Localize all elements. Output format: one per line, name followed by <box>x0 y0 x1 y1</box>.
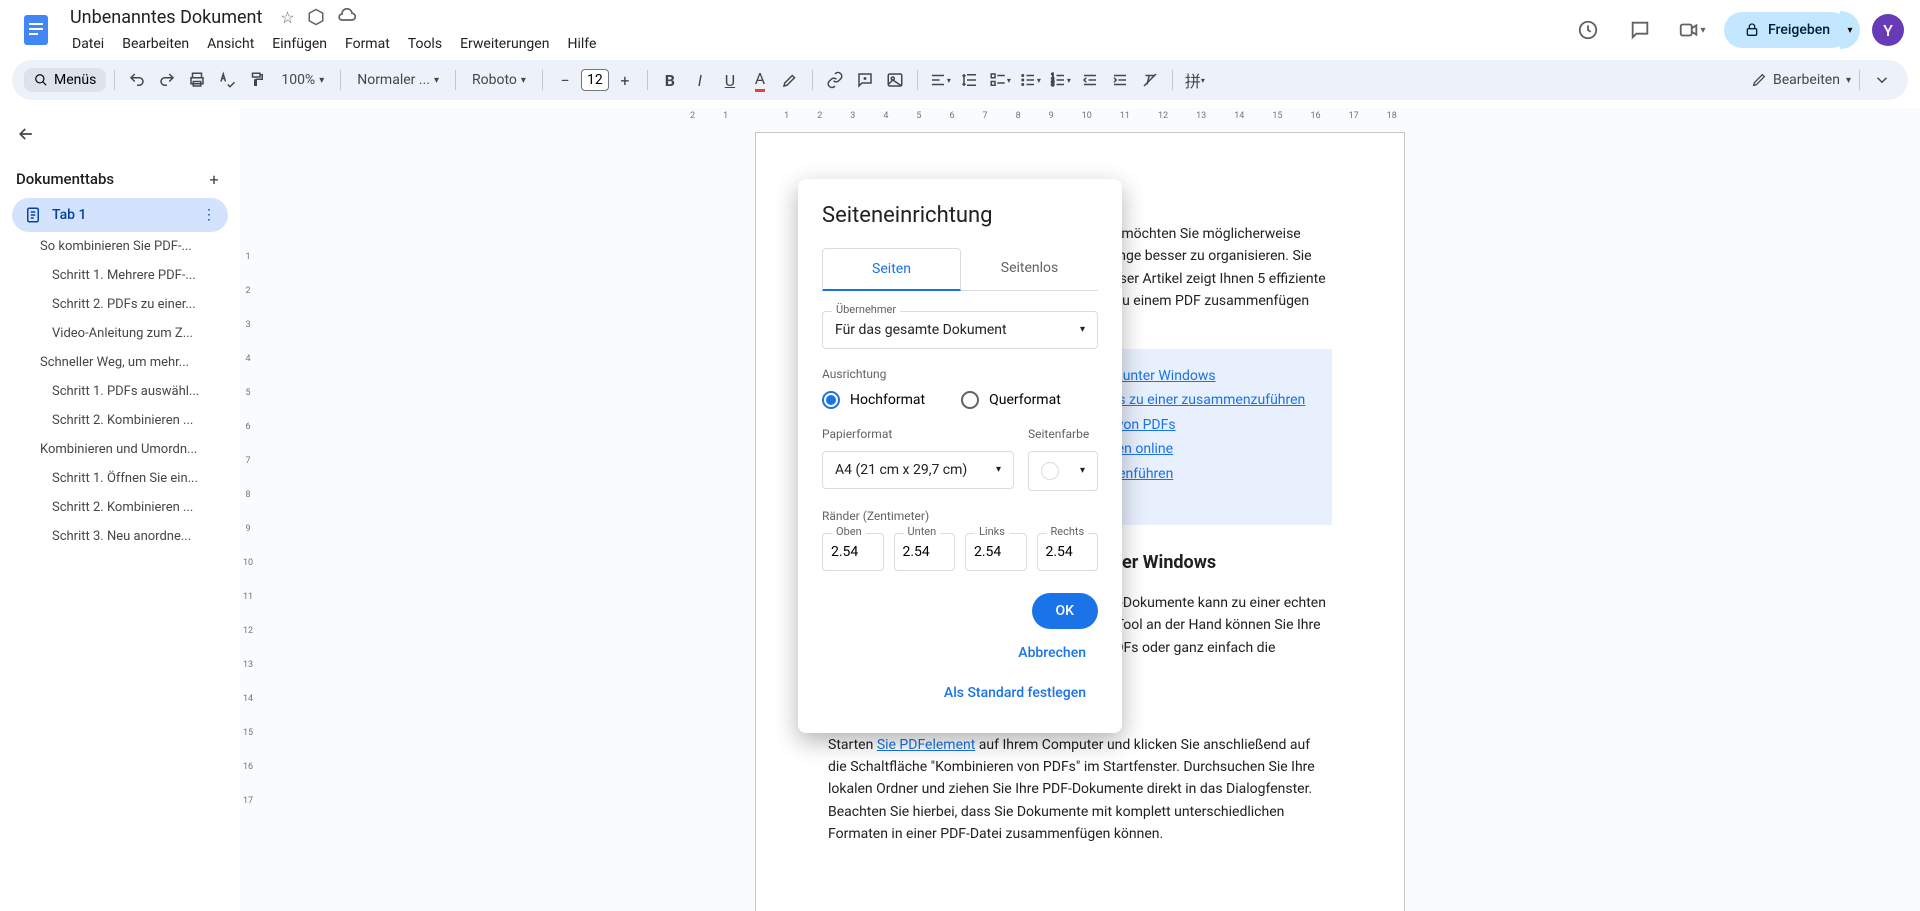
ok-button[interactable]: OK <box>1032 593 1099 629</box>
set-default-button[interactable]: Als Standard festlegen <box>932 677 1098 709</box>
radio-landscape[interactable]: Querformat <box>961 391 1061 409</box>
cancel-button[interactable]: Abbrechen <box>1006 637 1098 669</box>
pagecolor-label: Seitenfarbe <box>1028 427 1098 441</box>
tab-pages[interactable]: Seiten <box>822 248 961 291</box>
margin-top-input[interactable] <box>822 533 884 571</box>
pagecolor-select[interactable]: ▾ <box>1028 451 1098 491</box>
page-setup-dialog: Seiteneinrichtung Seiten Seitenlos Übern… <box>798 179 1122 733</box>
paper-select[interactable]: A4 (21 cm x 29,7 cm)▾ <box>822 451 1014 489</box>
dialog-title: Seiteneinrichtung <box>822 203 1098 228</box>
tab-pageless[interactable]: Seitenlos <box>961 248 1098 290</box>
radio-portrait[interactable]: Hochformat <box>822 391 925 409</box>
margin-bottom-input[interactable] <box>894 533 956 571</box>
margin-left-input[interactable] <box>965 533 1027 571</box>
apply-to-select[interactable]: Für das gesamte Dokument▾ <box>822 311 1098 349</box>
page-setup-dialog-scrim: Seiteneinrichtung Seiten Seitenlos Übern… <box>0 0 1920 911</box>
apply-to-label: Übernehmer <box>832 303 900 316</box>
margin-right-input[interactable] <box>1037 533 1099 571</box>
paper-label: Papierformat <box>822 427 1014 441</box>
orientation-label: Ausrichtung <box>822 367 1098 381</box>
margins-label: Ränder (Zentimeter) <box>822 509 1098 523</box>
